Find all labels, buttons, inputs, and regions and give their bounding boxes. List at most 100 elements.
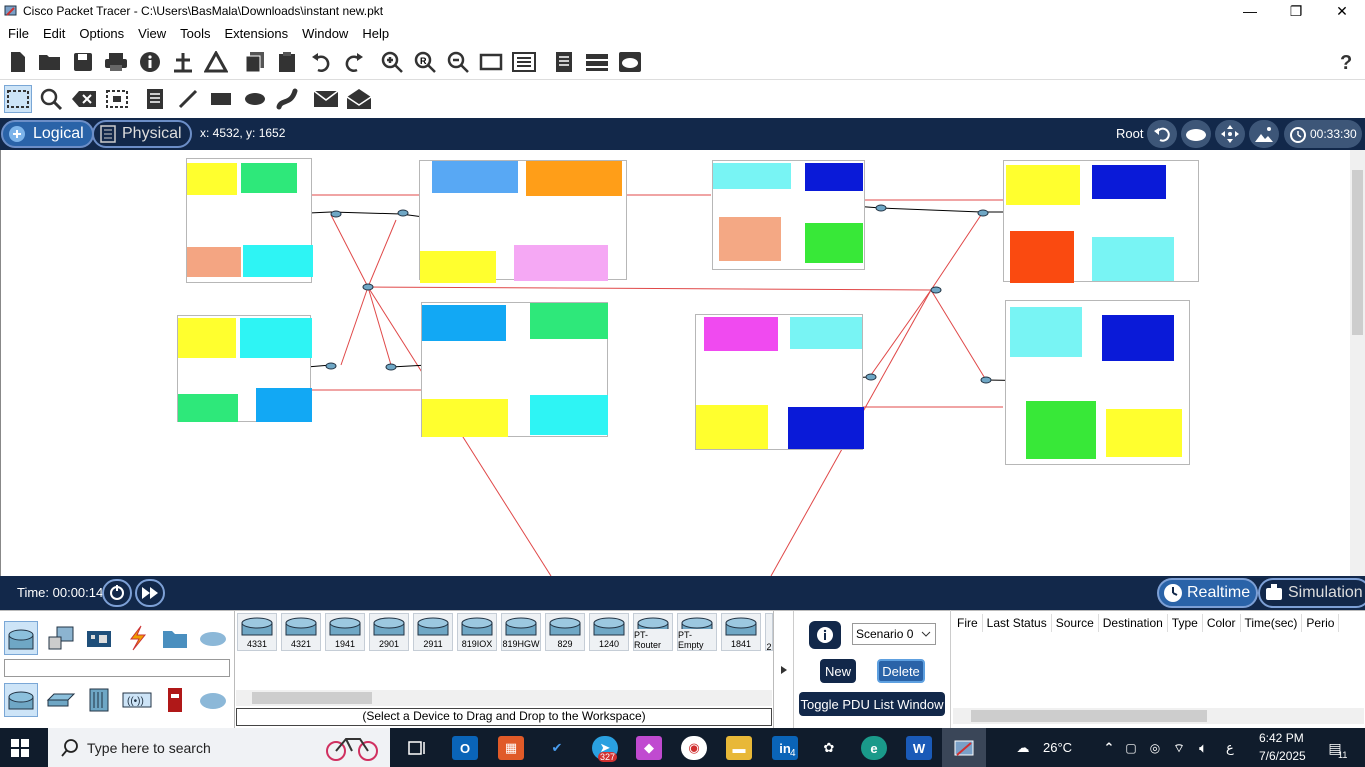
cluster-icon[interactable] [1181, 120, 1211, 148]
outlook-icon[interactable]: O [452, 736, 478, 760]
device-partial[interactable]: 2 [765, 613, 773, 651]
device-4331[interactable]: 4331 [237, 613, 277, 651]
ellipse-icon[interactable] [242, 86, 268, 112]
pdu-col-type[interactable]: Type [1167, 614, 1203, 632]
scroll-thumb[interactable] [971, 710, 1207, 722]
network-icon[interactable]: ◎ [1142, 736, 1168, 760]
menu-help[interactable]: Help [354, 26, 395, 41]
clock-widget[interactable]: 00:33:30 [1284, 120, 1362, 148]
word-icon[interactable]: W [906, 736, 932, 760]
delete-icon[interactable] [71, 86, 97, 112]
pdu-col-color[interactable]: Color [1202, 614, 1241, 632]
todo-icon[interactable]: ✔ [544, 736, 570, 760]
lan-box[interactable] [177, 315, 312, 422]
copy-icon[interactable] [242, 49, 268, 75]
open-icon[interactable] [37, 49, 63, 75]
end-devices-icon[interactable] [44, 621, 78, 655]
activity-wizard-icon[interactable] [203, 49, 229, 75]
wireless-devices-icon[interactable]: ((•)) [120, 683, 154, 717]
device-search-field[interactable] [4, 659, 230, 677]
scenario-select[interactable]: Scenario 0 [852, 623, 936, 645]
clock-date[interactable]: 7/6/2025 [1259, 749, 1306, 763]
pdu-col-time[interactable]: Time(sec) [1240, 614, 1303, 632]
store-icon[interactable]: ▦ [498, 736, 524, 760]
resize-icon[interactable] [104, 86, 130, 112]
wan-emulation-icon[interactable] [196, 683, 230, 717]
menu-edit[interactable]: Edit [35, 26, 71, 41]
lan-box[interactable] [695, 314, 864, 450]
realtime-button[interactable]: Realtime [1157, 578, 1259, 608]
new-scenario-button[interactable]: New [820, 659, 856, 683]
volume-icon[interactable]: 🔈︎ [1190, 736, 1216, 760]
help-icon[interactable]: ? [1334, 49, 1360, 75]
info-icon[interactable] [137, 49, 163, 75]
power-cycle-button[interactable] [102, 579, 132, 607]
move-icon[interactable] [1215, 120, 1245, 148]
rectangle-draw-icon[interactable] [208, 86, 234, 112]
security-icon[interactable] [158, 683, 192, 717]
device-4321[interactable]: 4321 [281, 613, 321, 651]
close-button[interactable]: ✕ [1319, 0, 1365, 22]
device-819iox[interactable]: 819IOX [457, 613, 497, 651]
save-icon[interactable] [70, 49, 96, 75]
edge-icon[interactable]: e [861, 736, 887, 760]
windows-start-icon[interactable] [10, 738, 34, 758]
clock-time[interactable]: 6:42 PM [1259, 731, 1304, 745]
file-explorer-icon[interactable]: ▬ [726, 736, 752, 760]
task-view-icon[interactable] [404, 736, 430, 760]
tab-logical[interactable]: Logical [1, 120, 94, 148]
scroll-thumb[interactable] [1352, 170, 1363, 335]
hubs-icon[interactable] [82, 683, 116, 717]
device-1841[interactable]: 1841 [721, 613, 761, 651]
lan-box[interactable] [419, 160, 627, 283]
menu-window[interactable]: Window [294, 26, 354, 41]
device-819hgw[interactable]: 819HGW [501, 613, 541, 651]
pdu-col-source[interactable]: Source [1051, 614, 1099, 632]
device-829[interactable]: 829 [545, 613, 585, 651]
select-icon[interactable] [4, 85, 32, 113]
toggle-pdu-list-button[interactable]: Toggle PDU List Window [799, 692, 945, 716]
device-icon[interactable]: ▢ [1118, 736, 1144, 760]
pdu-horizontal-scrollbar[interactable] [953, 708, 1364, 724]
print-icon[interactable] [103, 49, 129, 75]
freeform-icon[interactable] [274, 86, 300, 112]
zoom-reset-icon[interactable]: R [412, 49, 438, 75]
pdu-col-fire[interactable]: Fire [953, 614, 983, 632]
device-1941[interactable]: 1941 [325, 613, 365, 651]
device-list-scrollbar[interactable] [236, 690, 772, 706]
connections-icon[interactable] [120, 621, 154, 655]
lan-box[interactable] [1003, 160, 1199, 283]
packet-tracer-taskbar-icon[interactable] [942, 728, 986, 767]
delete-scenario-button[interactable]: Delete [877, 659, 925, 683]
network-wizard-icon[interactable] [170, 49, 196, 75]
undo-icon[interactable] [308, 49, 334, 75]
notes-icon[interactable] [551, 49, 577, 75]
wifi-icon[interactable]: ⌔ [1166, 736, 1192, 760]
taskbar-search[interactable]: Type here to search [48, 728, 390, 767]
inspect-icon[interactable] [38, 86, 64, 112]
chrome-icon[interactable]: ◉ [681, 736, 707, 760]
pdu-col-destination[interactable]: Destination [1098, 614, 1168, 632]
lan-box[interactable] [421, 302, 608, 437]
switches-icon[interactable] [44, 683, 78, 717]
miscellaneous-icon[interactable] [158, 621, 192, 655]
scenario-info-button[interactable] [809, 621, 841, 649]
device-2911[interactable]: 2911 [413, 613, 453, 651]
paste-icon[interactable] [274, 49, 300, 75]
device-pt-empty[interactable]: PT-Empty [677, 613, 717, 651]
menu-file[interactable]: File [0, 26, 35, 41]
fast-forward-button[interactable] [135, 579, 165, 607]
chatgpt-icon[interactable]: ✿ [816, 736, 842, 760]
zoom-in-icon[interactable] [379, 49, 405, 75]
lan-box[interactable] [712, 160, 865, 270]
background-icon[interactable] [1249, 120, 1279, 148]
simple-pdu-icon[interactable] [313, 86, 339, 112]
device-template-icon[interactable] [584, 49, 610, 75]
custom-device-icon[interactable] [511, 49, 537, 75]
rectangle-icon[interactable] [478, 49, 504, 75]
components-icon[interactable] [82, 621, 116, 655]
canvas-vertical-scrollbar[interactable] [1350, 150, 1365, 576]
lan-box[interactable] [186, 158, 313, 283]
logical-workspace[interactable] [0, 150, 1350, 576]
menu-options[interactable]: Options [71, 26, 130, 41]
